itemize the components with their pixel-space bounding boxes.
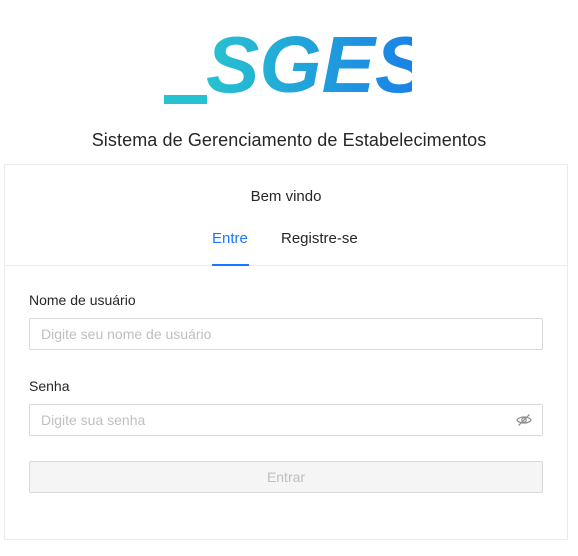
- password-label: Senha: [29, 378, 70, 394]
- svg-text:SGES: SGES: [206, 22, 412, 106]
- auth-tabs: Entre Registre-se: [5, 221, 567, 266]
- system-name: Sistema de Gerenciamento de Estabelecime…: [91, 130, 487, 150]
- submit-button[interactable]: Entrar: [29, 461, 543, 493]
- login-card: Bem vindo Entre Registre-se Nome de usuá…: [4, 164, 568, 540]
- welcome-heading: Bem vindo: [250, 188, 322, 205]
- active-tab-indicator: [212, 264, 249, 266]
- tab-entre[interactable]: Entre: [212, 230, 248, 261]
- password-placeholder: Digite sua senha: [41, 412, 146, 428]
- sges-logo: SGES: [164, 22, 412, 106]
- eye-invisible-icon[interactable]: [516, 413, 532, 427]
- username-label: Nome de usuário: [29, 292, 136, 308]
- tab-registre-se[interactable]: Registre-se: [281, 230, 358, 261]
- password-input[interactable]: Digite sua senha: [29, 404, 543, 436]
- username-input[interactable]: Digite seu nome de usuário: [29, 318, 543, 350]
